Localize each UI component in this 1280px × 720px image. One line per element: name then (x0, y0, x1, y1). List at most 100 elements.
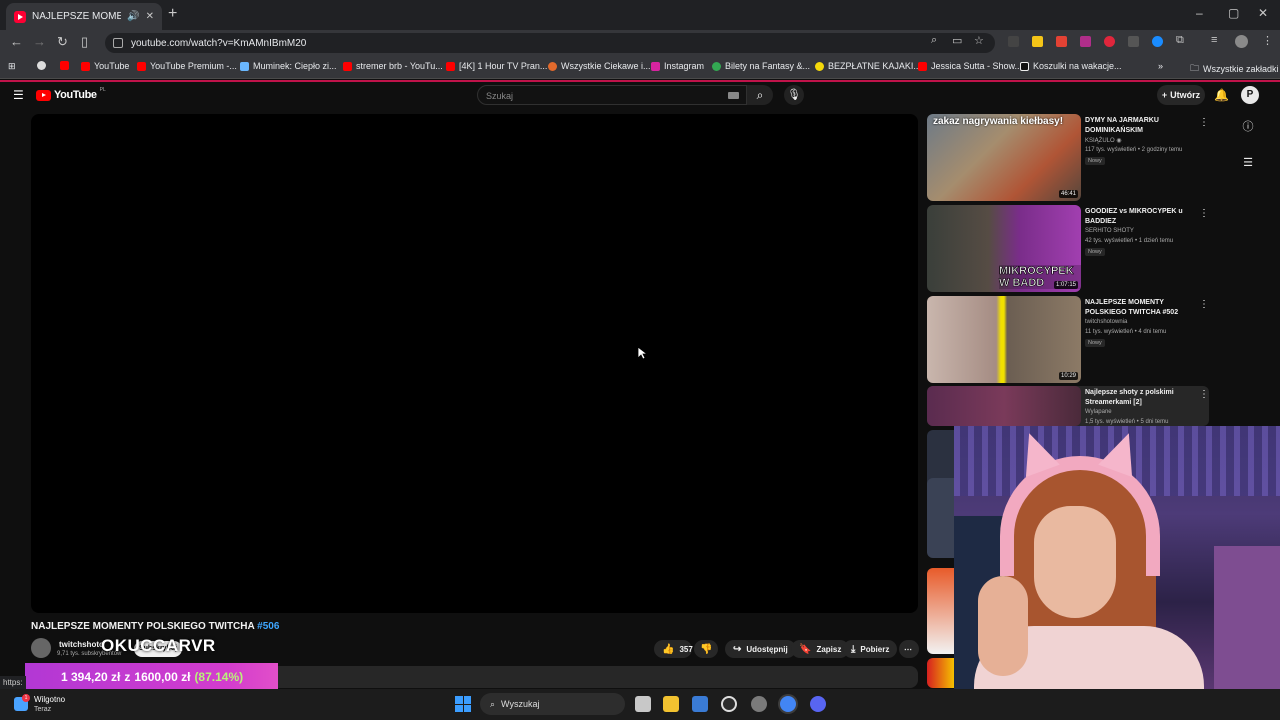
recommendation-title[interactable]: DYMY NA JARMARKU DOMINIKAŃSKIM (1085, 116, 1190, 136)
kebab-menu-icon[interactable]: ⋮ (1199, 389, 1209, 400)
recommendation-channel[interactable]: KSIĄŻULO ◉ (1085, 137, 1122, 144)
kebab-menu-icon[interactable]: ⋮ (1199, 117, 1209, 128)
bookmark-item[interactable]: Bilety na Fantasy &... (712, 61, 810, 71)
recommendation-item[interactable]: MIKROCYPEK W BADD 1:07:15 GOODIEZ vs MIK… (927, 205, 1209, 292)
voice-search-button[interactable]: 🎙 (784, 85, 804, 105)
forward-arrow-icon[interactable]: → (33, 34, 46, 50)
reload-icon[interactable]: ↻ (57, 34, 68, 50)
download-button[interactable]: ⤓ Pobierz (843, 640, 898, 658)
bookmark-item[interactable]: Instagram (651, 61, 704, 71)
weather-title[interactable]: Wilgotno (34, 695, 65, 704)
browser-menu-icon[interactable]: ⋮ (1262, 34, 1273, 47)
bookmark-item[interactable]: YouTube (81, 61, 129, 71)
notifications-bell-icon[interactable]: 🔔 (1214, 88, 1229, 102)
reading-list-icon[interactable]: ≡ (1211, 34, 1217, 46)
file-explorer-icon[interactable] (663, 696, 679, 712)
recommendation-item[interactable]: 10:29 NAJLEPSZE MOMENTY POLSKIEGO TWITCH… (927, 296, 1209, 383)
keyboard-icon[interactable] (728, 92, 739, 99)
info-icon[interactable]: ⓘ (1240, 118, 1256, 134)
video-thumbnail[interactable] (927, 478, 954, 558)
recommendation-channel[interactable]: twitchshotownia (1085, 319, 1127, 325)
chat-icon[interactable]: ☰ (1240, 156, 1256, 172)
minimize-button[interactable]: – (1196, 6, 1203, 20)
extension-icon[interactable] (1032, 36, 1043, 47)
extension-icon[interactable] (1008, 36, 1019, 47)
microsoft-store-icon[interactable] (692, 696, 708, 712)
bookmark-item[interactable] (60, 61, 73, 70)
address-bar[interactable]: youtube.com/watch?v=KmAMnIBmM20 (105, 33, 995, 53)
create-button[interactable]: + Utwórz (1157, 85, 1205, 105)
bookmark-item[interactable]: Jessica Sutta - Show... (918, 61, 1022, 71)
extension-icon[interactable] (1104, 36, 1115, 47)
recommendation-title[interactable]: NAJLEPSZE MOMENTY POLSKIEGO TWITCHA #502 (1085, 298, 1190, 318)
bookmark-item[interactable]: BEZPŁATNE KAJAKI... (815, 61, 921, 71)
channel-name[interactable]: twitchshoto (59, 640, 104, 649)
youtube-logo[interactable]: YouTube PL (36, 87, 106, 101)
bookmark-item[interactable]: Muminek: Ciepło zi... (240, 61, 337, 71)
back-arrow-icon[interactable]: ← (10, 34, 23, 50)
close-window-button[interactable]: ✕ (1258, 6, 1268, 20)
bookmark-item[interactable]: [4K] 1 Hour TV Pran... (446, 61, 547, 71)
recommendation-item[interactable]: zakaz nagrywania kiełbasy! 46:41 DYMY NA… (927, 114, 1209, 201)
bookmark-star-icon[interactable]: ☆ (974, 34, 984, 47)
share-button[interactable]: ↪ Udostępnij (725, 640, 796, 658)
cast-icon[interactable]: ▭ (952, 34, 962, 47)
recommendation-title[interactable]: GOODIEZ vs MIKROCYPEK u BADDIEZ (1085, 207, 1190, 227)
maximize-button[interactable]: ▢ (1228, 6, 1239, 20)
video-player[interactable] (31, 114, 918, 613)
speaker-icon[interactable]: 🔊 (127, 11, 139, 22)
bookmark-item[interactable]: Wszystkie Ciekawe i... (548, 61, 651, 71)
recommendation-meta: 1,5 tys. wyświetleń • 5 dni temu (1085, 419, 1169, 425)
bookmarks-more-button[interactable]: » (1158, 61, 1163, 71)
chrome-icon[interactable] (780, 696, 796, 712)
bookmark-item[interactable] (37, 61, 50, 70)
site-info-icon[interactable] (113, 38, 123, 48)
extension-icon[interactable] (1080, 36, 1091, 47)
like-button[interactable]: 👍 357 (654, 640, 693, 658)
browser-tab-active[interactable]: NAJLEPSZE MOMENTY POL 🔊 ✕ (6, 3, 162, 30)
hamburger-menu-icon[interactable]: ☰ (13, 89, 24, 101)
avatar[interactable]: P (1241, 86, 1259, 104)
video-thumbnail[interactable] (927, 658, 954, 688)
video-thumbnail[interactable]: 10:29 (927, 296, 1081, 383)
channel-avatar[interactable] (31, 638, 51, 658)
video-thumbnail[interactable]: MIKROCYPEK W BADD 1:07:15 (927, 205, 1081, 292)
new-tab-button[interactable]: + (168, 6, 177, 22)
start-windows-icon[interactable] (455, 696, 471, 712)
recommendation-item[interactable]: Najlepsze shoty z polskimi Streamerkami … (927, 386, 1209, 426)
extension-icon[interactable] (1056, 36, 1067, 47)
tab-close-icon[interactable]: ✕ (146, 11, 154, 22)
app-icon[interactable] (721, 696, 737, 712)
settings-gear-icon[interactable] (751, 696, 767, 712)
bookmark-item[interactable]: Koszulki na wakacje... (1020, 61, 1122, 71)
more-actions-button[interactable]: ⋯ (899, 640, 919, 658)
extension-icon[interactable] (1128, 36, 1139, 47)
sidepanel-icon[interactable]: ▯ (81, 34, 88, 50)
apps-grid-icon[interactable]: ⊞ (8, 61, 16, 72)
taskbar-search[interactable]: ⌕ Wyszukaj (480, 693, 625, 715)
kebab-menu-icon[interactable]: ⋮ (1199, 208, 1209, 219)
extensions-puzzle-icon[interactable]: ⧉ (1176, 34, 1184, 47)
all-bookmarks-folder[interactable]: 🗀 Wszystkie zakładki (1190, 61, 1279, 77)
search-button[interactable]: ⌕ (747, 85, 773, 105)
discord-icon[interactable] (810, 696, 826, 712)
video-thumbnail[interactable]: zakaz nagrywania kiełbasy! 46:41 (927, 114, 1081, 201)
bookmark-item[interactable]: stremer brb - YouTu... (343, 61, 443, 71)
task-view-icon[interactable] (635, 696, 651, 712)
video-duration: 46:41 (1058, 190, 1078, 198)
site-favicon-icon (712, 61, 721, 71)
recommendation-channel[interactable]: SERHITO SHOTY (1085, 228, 1134, 234)
browser-profile-icon[interactable] (1235, 35, 1248, 48)
zoom-icon[interactable]: ⌕ (931, 34, 937, 47)
bookmark-item[interactable]: YouTube Premium -... (137, 61, 237, 71)
dislike-button[interactable]: 👎 (694, 640, 718, 658)
video-thumbnail[interactable] (927, 386, 1081, 426)
recommendation-channel[interactable]: Wylapane (1085, 409, 1112, 415)
video-thumbnail[interactable] (927, 568, 954, 654)
extension-icon[interactable] (1152, 36, 1163, 47)
search-input[interactable]: Szukaj (477, 85, 747, 105)
save-button[interactable]: 🔖 Zapisz (791, 640, 850, 658)
recommendation-title[interactable]: Najlepsze shoty z polskimi Streamerkami … (1085, 388, 1190, 408)
kebab-menu-icon[interactable]: ⋮ (1199, 299, 1209, 310)
video-hashtag[interactable]: #506 (257, 621, 279, 632)
